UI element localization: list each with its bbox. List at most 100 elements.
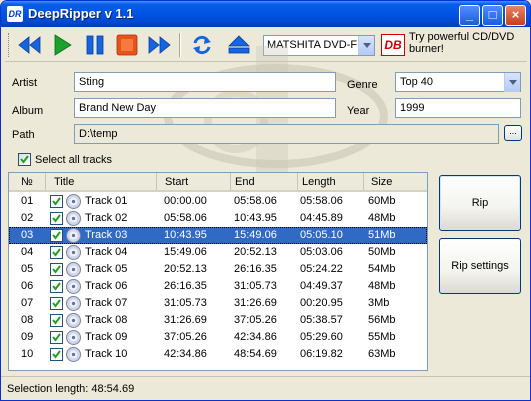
- cd-track-icon: [66, 330, 81, 345]
- drive-select-value: MATSHITA DVD-F: [267, 39, 358, 51]
- track-length: 04:49.37: [300, 280, 343, 292]
- track-length: 05:58.06: [300, 195, 343, 207]
- track-size: 54Mb: [368, 263, 396, 275]
- album-field[interactable]: Brand New Day: [74, 98, 336, 118]
- track-checkbox[interactable]: [50, 263, 63, 276]
- pause-button[interactable]: [81, 31, 109, 59]
- track-size: 48Mb: [368, 212, 396, 224]
- track-title: Track 02: [85, 212, 128, 224]
- rip-button[interactable]: Rip: [439, 175, 521, 231]
- stop-button[interactable]: [113, 31, 141, 59]
- track-size: 3Mb: [368, 297, 390, 309]
- table-row[interactable]: 02 Track 02 05:58.06 10:43.95 04:45.89 48Mb: [9, 210, 427, 227]
- track-length: 05:03.06: [300, 246, 343, 258]
- toolbar-separator: [179, 33, 181, 57]
- track-start: 31:26.69: [164, 314, 207, 326]
- column-header-size[interactable]: Size: [364, 173, 427, 190]
- artist-field[interactable]: Sting: [74, 72, 336, 92]
- browse-button[interactable]: ...: [504, 125, 522, 141]
- column-header-end[interactable]: End: [231, 173, 298, 190]
- track-number: 02: [21, 212, 34, 224]
- track-start: 37:05.26: [164, 331, 207, 343]
- track-checkbox[interactable]: [50, 297, 63, 310]
- checkmark-icon: [52, 350, 61, 359]
- track-start: 00:00.00: [164, 195, 207, 207]
- track-size: 51Mb: [368, 229, 396, 241]
- track-end: 42:34.86: [234, 331, 277, 343]
- close-button[interactable]: ×: [505, 5, 526, 26]
- album-label: Album: [12, 105, 44, 117]
- checkmark-icon: [52, 231, 61, 240]
- artist-label: Artist: [12, 77, 38, 89]
- refresh-button[interactable]: [188, 31, 216, 59]
- drive-select[interactable]: MATSHITA DVD-F: [263, 35, 375, 56]
- table-row[interactable]: 09 Track 09 37:05.26 42:34.86 05:29.60 55Mb: [9, 329, 427, 346]
- selection-length-text: Selection length: 48:54.69: [7, 383, 135, 395]
- track-checkbox[interactable]: [50, 331, 63, 344]
- table-row[interactable]: 03 Track 03 10:43.95 15:49.06 05:05.10 51Mb: [9, 227, 427, 244]
- track-start: 20:52.13: [164, 263, 207, 275]
- track-number: 08: [21, 314, 34, 326]
- column-header-start[interactable]: Start: [157, 173, 231, 190]
- track-size: 48Mb: [368, 280, 396, 292]
- title-bar[interactable]: DR DeepRipper v 1.1 _ □ ×: [1, 1, 530, 27]
- track-length: 05:05.10: [300, 229, 343, 241]
- column-header-length[interactable]: Length: [298, 173, 364, 190]
- track-checkbox[interactable]: [50, 246, 63, 259]
- status-bar: Selection length: 48:54.69: [1, 376, 530, 400]
- cd-track-icon: [66, 313, 81, 328]
- track-start: 26:16.35: [164, 280, 207, 292]
- column-header-title[interactable]: Title: [46, 173, 157, 190]
- checkmark-icon: [52, 299, 61, 308]
- minimize-button[interactable]: _: [459, 5, 480, 26]
- track-length: 04:45.89: [300, 212, 343, 224]
- track-checkbox[interactable]: [50, 280, 63, 293]
- app-icon[interactable]: DR: [7, 6, 23, 22]
- table-row[interactable]: 10 Track 10 42:34.86 48:54.69 06:19.82 63Mb: [9, 346, 427, 363]
- path-field[interactable]: D:\temp: [74, 124, 499, 144]
- play-button[interactable]: [48, 31, 76, 59]
- main-window: DR DeepRipper v 1.1 _ □ × MATSHITA DVD-F…: [0, 0, 531, 401]
- table-row[interactable]: 05 Track 05 20:52.13 26:16.35 05:24.22 54Mb: [9, 261, 427, 278]
- promo-logo[interactable]: DB: [381, 34, 405, 56]
- genre-dropdown-button[interactable]: [504, 73, 520, 92]
- cd-track-icon: [66, 228, 81, 243]
- select-all-label[interactable]: Select all tracks: [35, 154, 112, 166]
- column-header-number[interactable]: №: [9, 173, 46, 190]
- table-row[interactable]: 08 Track 08 31:26.69 37:05.26 05:38.57 56Mb: [9, 312, 427, 329]
- table-row[interactable]: 01 Track 01 00:00.00 05:58.06 05:58.06 60Mb: [9, 193, 427, 210]
- track-size: 56Mb: [368, 314, 396, 326]
- track-number: 03: [21, 229, 34, 241]
- track-start: 05:58.06: [164, 212, 207, 224]
- chevron-down-icon: [362, 43, 371, 48]
- maximize-button[interactable]: □: [482, 5, 503, 26]
- rip-settings-button[interactable]: Rip settings: [439, 238, 521, 294]
- track-checkbox[interactable]: [50, 212, 63, 225]
- play-icon: [54, 34, 72, 56]
- chevron-down-icon: [508, 80, 517, 85]
- rewind-button[interactable]: [16, 31, 44, 59]
- table-row[interactable]: 07 Track 07 31:05.73 31:26.69 00:20.95 3Mb: [9, 295, 427, 312]
- genre-select[interactable]: Top 40: [395, 72, 521, 92]
- track-list[interactable]: № Title Start End Length Size 01 Track 01…: [8, 172, 428, 371]
- fast-forward-button[interactable]: [145, 31, 173, 59]
- track-checkbox[interactable]: [50, 229, 63, 242]
- pause-icon: [86, 35, 104, 55]
- track-title: Track 01: [85, 195, 128, 207]
- stop-icon: [116, 34, 138, 56]
- track-checkbox[interactable]: [50, 348, 63, 361]
- checkmark-icon: [52, 333, 61, 342]
- eject-button[interactable]: [225, 31, 253, 59]
- promo-link[interactable]: Try powerful CD/DVD burner!: [409, 31, 529, 55]
- select-all-checkbox[interactable]: [18, 153, 31, 166]
- table-row[interactable]: 06 Track 06 26:16.35 31:05.73 04:49.37 48Mb: [9, 278, 427, 295]
- track-checkbox[interactable]: [50, 195, 63, 208]
- drive-dropdown-button[interactable]: [358, 36, 374, 55]
- year-field[interactable]: 1999: [395, 98, 521, 118]
- genre-label: Genre: [347, 79, 378, 91]
- table-row[interactable]: 04 Track 04 15:49.06 20:52.13 05:03.06 50Mb: [9, 244, 427, 261]
- track-start: 15:49.06: [164, 246, 207, 258]
- toolbar-grip[interactable]: [8, 33, 11, 57]
- track-checkbox[interactable]: [50, 314, 63, 327]
- track-title: Track 06: [85, 280, 128, 292]
